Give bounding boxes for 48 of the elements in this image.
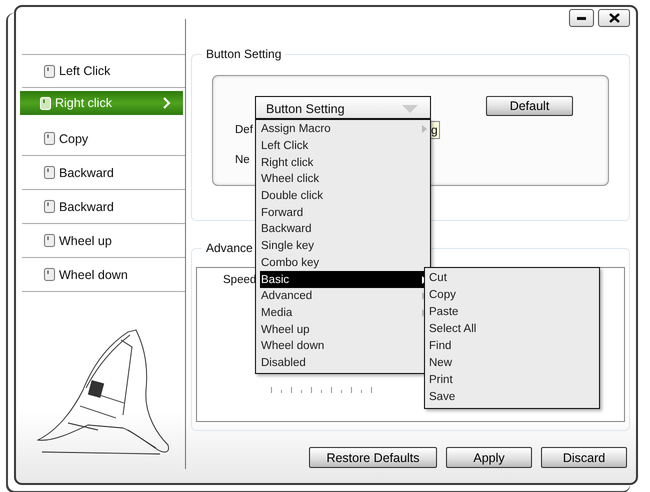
default-button[interactable]: Default xyxy=(486,96,573,116)
submenu-arrow-icon xyxy=(422,125,427,134)
field-label: Ne xyxy=(235,153,251,166)
action-dropdown[interactable]: Button Setting xyxy=(255,96,431,119)
field-label: Def xyxy=(235,123,254,136)
menu-item[interactable]: Wheel up xyxy=(260,321,427,338)
submenu-item[interactable]: Paste xyxy=(429,303,595,320)
mouse-button-icon xyxy=(44,268,55,281)
menu-item[interactable]: Backward xyxy=(260,221,427,238)
dropdown-arrow-icon xyxy=(402,104,418,112)
menu-item[interactable]: Wheel down xyxy=(260,338,427,355)
submenu-item[interactable]: Cut xyxy=(429,269,595,286)
close-button[interactable] xyxy=(598,9,630,27)
submenu-item[interactable]: Copy xyxy=(429,286,595,304)
dialog-button[interactable]: Discard xyxy=(541,447,627,468)
submenu-item[interactable]: Print xyxy=(429,371,595,388)
menu-item[interactable]: Single key xyxy=(260,238,427,254)
menu-item[interactable]: Combo key xyxy=(260,254,427,272)
dialog-button[interactable]: Restore Defaults xyxy=(309,447,437,468)
sidebar-item[interactable]: Right click xyxy=(20,91,183,115)
dialog-button[interactable]: Apply xyxy=(446,447,532,468)
sidebar-item[interactable]: Left Click xyxy=(22,54,185,88)
minimize-button[interactable] xyxy=(569,9,594,27)
group-title: Advance xyxy=(205,241,254,255)
menu-item[interactable]: Assign Macro xyxy=(260,121,427,138)
mouse-button-icon xyxy=(44,132,55,145)
chevron-right-icon xyxy=(163,97,171,109)
submenu-item[interactable]: Save xyxy=(429,388,595,406)
menu-item[interactable]: Basic xyxy=(260,271,427,288)
menu-item[interactable]: Disabled xyxy=(260,354,427,372)
speed-label: Speed xyxy=(223,274,256,286)
mouse-button-icon xyxy=(44,234,55,247)
menu-item[interactable]: Right click xyxy=(260,154,427,172)
mouse-button-icon xyxy=(44,200,55,213)
menu-item[interactable]: Double click xyxy=(260,188,427,204)
minimize-icon xyxy=(577,16,586,20)
mouse-button-icon xyxy=(44,64,55,78)
close-icon xyxy=(608,13,620,23)
submenu-item[interactable]: New xyxy=(429,354,595,372)
submenu-item[interactable]: Find xyxy=(429,337,595,354)
menu-item[interactable]: Wheel click xyxy=(260,171,427,188)
mouse-button-icon xyxy=(44,166,55,179)
mouse-button-icon xyxy=(40,96,51,110)
menu-item[interactable]: Left Click xyxy=(260,138,427,154)
menu-item[interactable]: Forward xyxy=(260,204,427,222)
group-title: Button Setting xyxy=(205,47,282,61)
submenu-item[interactable]: Select All xyxy=(429,320,595,338)
input-field[interactable]: g xyxy=(431,121,440,139)
